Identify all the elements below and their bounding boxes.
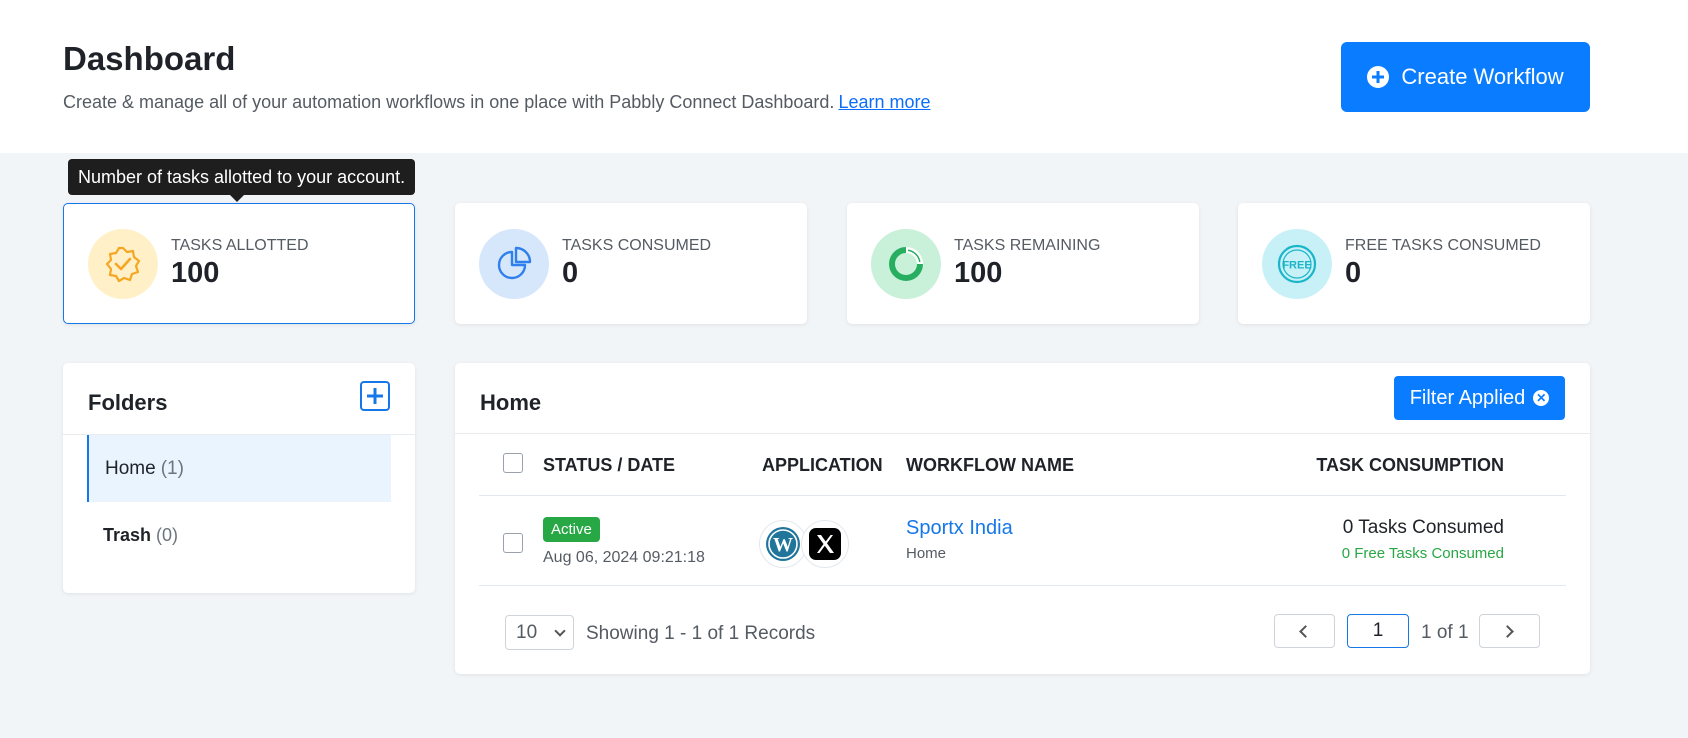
page-subtitle: Create & manage all of your automation w… bbox=[63, 92, 931, 113]
learn-more-link[interactable]: Learn more bbox=[838, 92, 930, 112]
folder-name: Home bbox=[105, 457, 156, 479]
plus-circle-icon bbox=[1367, 66, 1390, 88]
per-page-value: 10 bbox=[516, 621, 538, 643]
row-checkbox[interactable] bbox=[503, 533, 523, 553]
stat-label: TASKS ALLOTTED bbox=[171, 237, 309, 254]
workflows-title: Home bbox=[480, 390, 542, 415]
create-workflow-label: Create Workflow bbox=[1401, 64, 1564, 89]
column-header-task-consumption: TASK CONSUMPTION bbox=[1316, 455, 1504, 475]
stat-card-tasks-allotted[interactable]: TASKS ALLOTTED 100 bbox=[63, 203, 415, 324]
page-title: Dashboard bbox=[63, 40, 236, 77]
free-tasks-consumed: 0 Free Tasks Consumed bbox=[1341, 545, 1504, 562]
filter-applied-button[interactable]: Filter Applied ✕ bbox=[1394, 376, 1565, 420]
folder-count: (1) bbox=[160, 457, 184, 479]
next-page-button[interactable] bbox=[1479, 614, 1540, 648]
x-twitter-icon bbox=[801, 520, 849, 568]
svg-text:FREE: FREE bbox=[1282, 259, 1311, 271]
donut-chart-icon bbox=[871, 228, 941, 299]
close-circle-icon[interactable]: ✕ bbox=[1533, 390, 1550, 406]
workflow-date: Aug 06, 2024 09:21:18 bbox=[543, 549, 705, 566]
pie-chart-icon bbox=[479, 228, 549, 299]
column-header-status: STATUS / DATE bbox=[543, 455, 675, 475]
previous-page-button[interactable] bbox=[1274, 614, 1335, 648]
badge-check-icon bbox=[88, 228, 158, 299]
chevron-down-icon bbox=[554, 625, 566, 637]
stat-label: FREE TASKS CONSUMED bbox=[1345, 237, 1541, 254]
workflows-panel: Home Filter Applied ✕ STATUS / DATE APPL… bbox=[455, 363, 1590, 674]
add-folder-button[interactable] bbox=[360, 381, 390, 411]
stat-card-free-tasks-consumed: FREE FREE TASKS CONSUMED 0 bbox=[1238, 203, 1590, 324]
page-subtitle-text: Create & manage all of your automation w… bbox=[63, 92, 835, 112]
divider bbox=[455, 433, 1590, 434]
tasks-allotted-tooltip: Number of tasks allotted to your account… bbox=[68, 159, 416, 202]
records-summary: Showing 1 - 1 of 1 Records bbox=[586, 623, 816, 644]
stat-value: 0 bbox=[1345, 257, 1362, 289]
page-number-input[interactable]: 1 bbox=[1347, 614, 1409, 648]
select-all-checkbox[interactable] bbox=[503, 453, 523, 473]
folder-item-home[interactable]: Home (1) bbox=[87, 435, 391, 502]
stat-value: 100 bbox=[171, 257, 220, 289]
folder-name: Trash bbox=[103, 525, 152, 545]
folders-title: Folders bbox=[88, 390, 168, 415]
chevron-left-icon bbox=[1299, 625, 1312, 638]
wordpress-icon: W bbox=[759, 520, 807, 568]
column-header-application: APPLICATION bbox=[762, 455, 883, 475]
column-header-workflow-name: WORKFLOW NAME bbox=[906, 455, 1074, 475]
workflow-name-link[interactable]: Sportx India bbox=[906, 517, 1013, 540]
tasks-consumed: 0 Tasks Consumed bbox=[1342, 517, 1504, 538]
workflow-folder: Home bbox=[906, 545, 947, 562]
page-header: Dashboard Create & manage all of your au… bbox=[0, 0, 1688, 153]
divider bbox=[479, 585, 1566, 586]
page-count: 1 of 1 bbox=[1421, 622, 1469, 643]
stat-value: 0 bbox=[562, 257, 579, 289]
chevron-right-icon bbox=[1501, 625, 1514, 638]
stat-label: TASKS REMAINING bbox=[954, 237, 1101, 254]
stat-card-tasks-consumed: TASKS CONSUMED 0 bbox=[455, 203, 807, 324]
create-workflow-button[interactable]: Create Workflow bbox=[1341, 42, 1590, 112]
status-badge: Active bbox=[543, 517, 600, 542]
stat-value: 100 bbox=[954, 257, 1003, 289]
stat-card-tasks-remaining: TASKS REMAINING 100 bbox=[847, 203, 1199, 324]
filter-label: Filter Applied bbox=[1409, 386, 1526, 409]
folder-count: (0) bbox=[156, 525, 179, 545]
divider bbox=[479, 495, 1566, 496]
per-page-select[interactable]: 10 bbox=[505, 615, 574, 650]
svg-text:W: W bbox=[773, 534, 793, 556]
folder-item-trash[interactable]: Trash (0) bbox=[87, 502, 391, 569]
folders-panel: Folders Home (1) Trash (0) bbox=[63, 363, 415, 593]
stat-label: TASKS CONSUMED bbox=[562, 237, 712, 254]
free-icon: FREE bbox=[1262, 228, 1332, 299]
